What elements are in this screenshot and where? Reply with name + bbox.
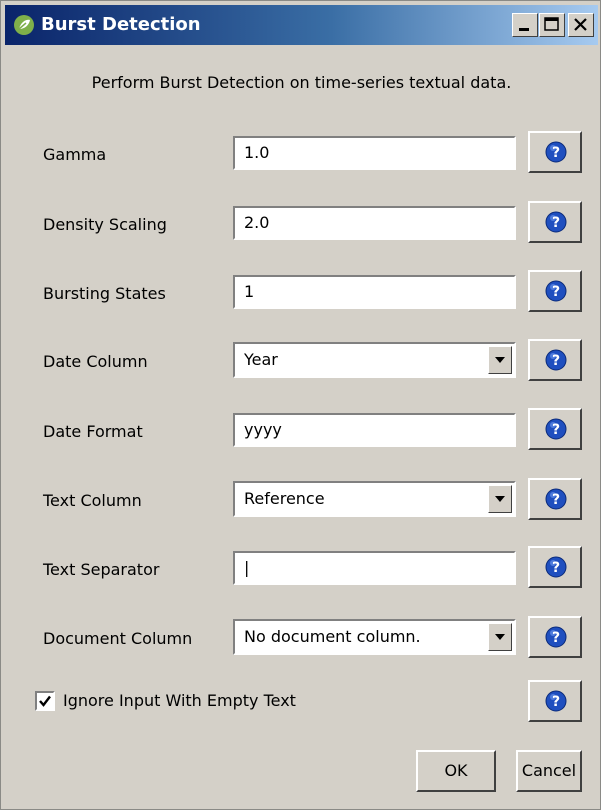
gamma-label: Gamma: [43, 145, 107, 164]
text-column-label: Text Column: [43, 491, 142, 510]
chevron-down-icon: [495, 496, 505, 502]
leaf-icon: [13, 14, 35, 36]
document-column-select[interactable]: No document column.: [233, 619, 516, 655]
question-icon: ?: [545, 211, 567, 233]
ignore-empty-text-help-button[interactable]: ?: [528, 680, 582, 722]
density-scaling-input[interactable]: 2.0: [233, 206, 516, 240]
date-column-value: Year: [244, 350, 278, 369]
date-format-input[interactable]: yyyy: [233, 413, 516, 447]
text-separator-help-button[interactable]: ?: [528, 546, 582, 588]
svg-text:?: ?: [552, 492, 560, 508]
minimize-button[interactable]: [512, 13, 538, 37]
date-format-help-button[interactable]: ?: [528, 408, 582, 450]
text-separator-label: Text Separator: [43, 560, 160, 579]
svg-text:?: ?: [552, 560, 560, 576]
chevron-down-icon: [495, 634, 505, 640]
svg-text:?: ?: [552, 630, 560, 646]
date-format-label: Date Format: [43, 422, 143, 441]
text-column-value: Reference: [244, 489, 325, 508]
question-icon: ?: [545, 418, 567, 440]
ok-button[interactable]: OK: [416, 750, 496, 792]
question-icon: ?: [545, 141, 567, 163]
date-column-label: Date Column: [43, 352, 148, 371]
cancel-button[interactable]: Cancel: [516, 750, 582, 792]
svg-text:?: ?: [552, 422, 560, 438]
question-icon: ?: [545, 556, 567, 578]
window-title: Burst Detection: [41, 14, 201, 35]
bursting-states-help-button[interactable]: ?: [528, 270, 582, 312]
chevron-down-icon: [495, 357, 505, 363]
date-column-select[interactable]: Year: [233, 342, 516, 378]
density-scaling-help-button[interactable]: ?: [528, 201, 582, 243]
bursting-states-label: Bursting States: [43, 284, 166, 303]
text-separator-input[interactable]: |: [233, 551, 516, 585]
title-bar[interactable]: Burst Detection: [5, 5, 598, 45]
gamma-help-button[interactable]: ?: [528, 131, 582, 173]
svg-text:?: ?: [552, 145, 560, 161]
document-column-dropdown-button[interactable]: [488, 623, 512, 651]
burst-detection-dialog: Burst Detection Perform Burst Detection …: [0, 0, 601, 810]
ignore-empty-text-label[interactable]: Ignore Input With Empty Text: [63, 691, 296, 711]
density-scaling-label: Density Scaling: [43, 215, 167, 234]
bursting-states-input[interactable]: 1: [233, 275, 516, 309]
dialog-description: Perform Burst Detection on time-series t…: [91, 73, 512, 92]
gamma-input[interactable]: 1.0: [233, 136, 516, 170]
svg-text:?: ?: [552, 284, 560, 300]
text-column-help-button[interactable]: ?: [528, 478, 582, 520]
question-icon: ?: [545, 690, 567, 712]
question-icon: ?: [545, 349, 567, 371]
document-column-value: No document column.: [244, 627, 421, 646]
svg-text:?: ?: [552, 694, 560, 710]
svg-text:?: ?: [552, 215, 560, 231]
text-column-select[interactable]: Reference: [233, 481, 516, 517]
question-icon: ?: [545, 488, 567, 510]
ignore-empty-text-checkbox[interactable]: [35, 691, 55, 711]
svg-text:?: ?: [552, 353, 560, 369]
maximize-button[interactable]: [539, 13, 565, 37]
date-column-dropdown-button[interactable]: [488, 346, 512, 374]
question-icon: ?: [545, 626, 567, 648]
close-button[interactable]: [568, 13, 594, 37]
document-column-label: Document Column: [43, 629, 193, 648]
question-icon: ?: [545, 280, 567, 302]
checkmark-icon: [39, 695, 51, 707]
date-column-help-button[interactable]: ?: [528, 339, 582, 381]
text-column-dropdown-button[interactable]: [488, 485, 512, 513]
document-column-help-button[interactable]: ?: [528, 616, 582, 658]
